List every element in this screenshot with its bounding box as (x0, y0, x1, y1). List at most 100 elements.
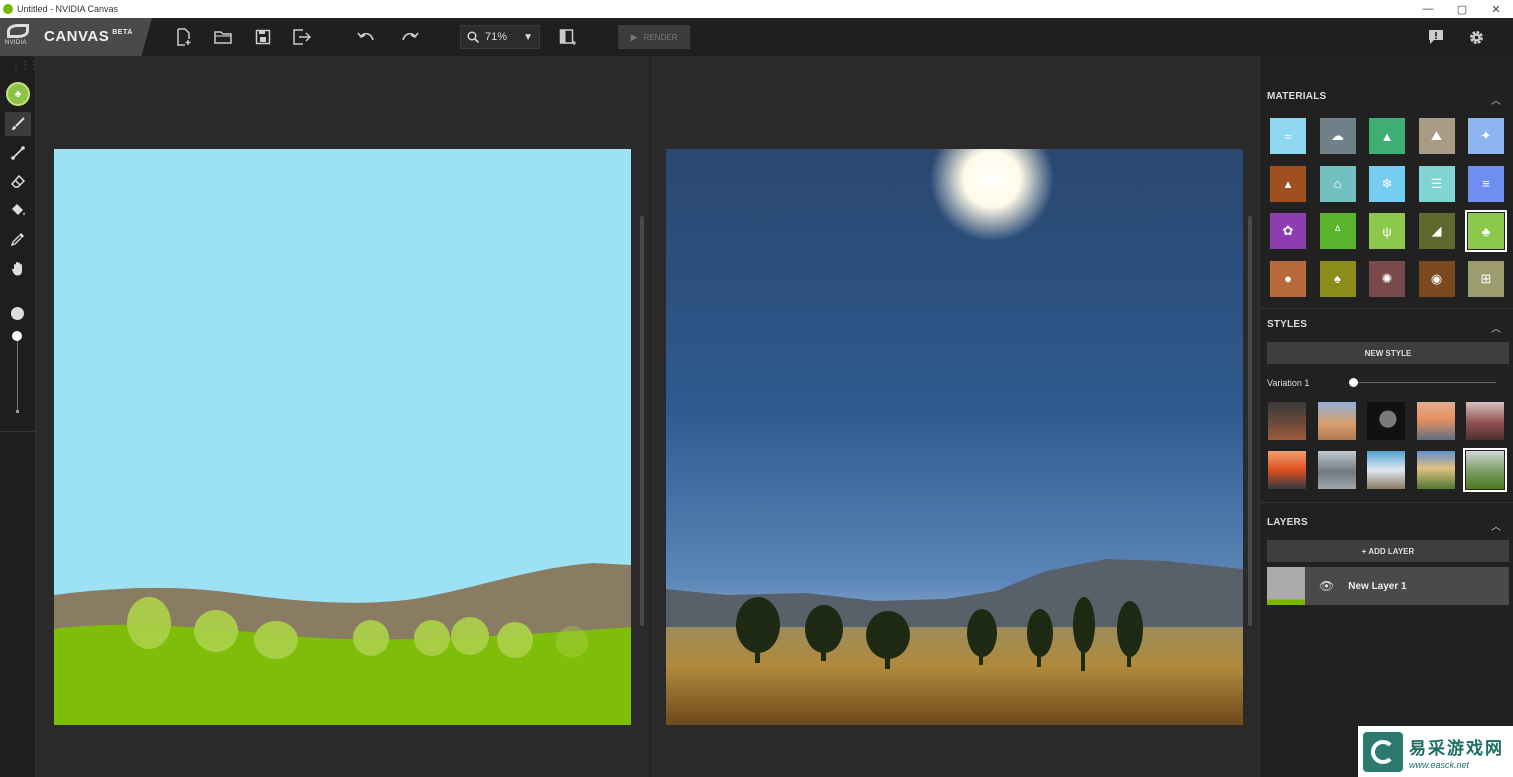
feedback-button[interactable] (1425, 26, 1447, 48)
material-house[interactable]: ⌂ (1319, 165, 1356, 202)
view-divider[interactable] (649, 56, 651, 777)
material-grass[interactable]: ᐞ (1319, 213, 1356, 249)
minimize-button[interactable]: — (1411, 3, 1445, 15)
style-thumbnail[interactable] (1466, 402, 1504, 440)
layer-item[interactable]: 👁 New Layer 1 (1267, 567, 1509, 605)
render-button[interactable]: ▶ RENDER (618, 25, 690, 49)
new-style-button[interactable]: NEW STYLE (1267, 342, 1509, 364)
material-fog[interactable]: ☰ (1418, 165, 1455, 202)
material-stone[interactable]: ◉ (1418, 260, 1455, 297)
style-thumbnail[interactable] (1367, 402, 1405, 440)
open-button[interactable] (212, 26, 234, 48)
zoom-value: 71% (485, 31, 508, 43)
material-cloud[interactable]: ☁ (1319, 118, 1356, 154)
flower-icon: ✿ (1282, 223, 1294, 238)
cloud-icon: ☁ (1331, 128, 1344, 143)
sky-icon: ✦ (1480, 128, 1492, 143)
segmentation-canvas[interactable] (54, 149, 631, 725)
material-water[interactable]: ≈ (1270, 118, 1306, 154)
pan-tool[interactable] (5, 256, 31, 280)
brush-size-handle[interactable] (12, 331, 22, 341)
material-sky[interactable]: ✦ (1468, 118, 1504, 154)
save-button[interactable] (252, 26, 274, 48)
redo-icon (402, 32, 419, 41)
material-tree[interactable]: ♠ (1319, 260, 1356, 297)
nvidia-eye-icon (7, 24, 29, 38)
undo-button[interactable] (355, 26, 377, 48)
beta-badge: BETA (112, 29, 133, 36)
rendered-tree-trunk (1081, 635, 1085, 671)
rendered-tree-trunk (979, 643, 983, 665)
painted-bush (127, 597, 171, 649)
material-flower[interactable]: ✿ (1270, 213, 1306, 249)
export-button[interactable] (291, 26, 313, 48)
save-icon (255, 29, 271, 45)
new-file-button[interactable] (173, 26, 195, 48)
side-panel: MATERIALS ︿ ≈ ☁ ▲ ⛰ ✦ ▴ ⌂ ❄ ☰ ≡ ✿ ᐞ ψ ◢ ♣ ● ♠ ✺ ◉ ⊞ STYLES … (1259, 56, 1513, 777)
material-rock[interactable]: ◢ (1418, 213, 1455, 249)
river-icon: ≡ (1482, 176, 1490, 191)
maximize-button[interactable]: ▢ (1445, 3, 1479, 16)
chevron-down-icon: ▼ (523, 31, 533, 43)
line-tool[interactable] (5, 141, 31, 165)
feedback-icon (1429, 30, 1443, 44)
left-scrollbar[interactable] (640, 216, 644, 626)
swap-view-button[interactable] (557, 26, 579, 48)
material-bush[interactable]: ♣ (1465, 210, 1507, 252)
material-dirt[interactable]: ▴ (1270, 165, 1306, 202)
brush-tool[interactable] (5, 112, 31, 136)
rendered-tree-trunk (755, 639, 760, 663)
layers-title: LAYERS (1267, 517, 1308, 528)
bush-icon: ♣ (14, 88, 22, 100)
brand-area: NVIDIA CANVAS BETA (0, 18, 152, 56)
eye-icon[interactable]: 👁 (1319, 579, 1334, 593)
add-layer-button[interactable]: + ADD LAYER (1267, 540, 1509, 562)
eraser-tool[interactable] (5, 170, 31, 194)
layers-collapse-icon[interactable]: ︿ (1491, 518, 1501, 533)
painted-bush (254, 621, 298, 659)
tool-divider (0, 431, 36, 432)
material-snow[interactable]: ❄ (1369, 165, 1405, 202)
house-icon: ⌂ (1333, 176, 1342, 191)
style-thumbnail[interactable] (1367, 451, 1405, 489)
style-thumbnail[interactable] (1268, 451, 1306, 489)
eyedropper-tool[interactable] (5, 227, 31, 251)
grass-icon: ᐞ (1333, 223, 1342, 238)
material-tall-grass[interactable]: ψ (1369, 213, 1405, 249)
material-wood[interactable]: ⊞ (1468, 260, 1504, 297)
paint-bucket-icon (11, 204, 25, 215)
main-toolbar: NVIDIA CANVAS BETA 71% ▼ ▶ RENDER (0, 18, 1513, 56)
brush-size-track[interactable] (17, 336, 18, 412)
fill-tool[interactable] (5, 198, 31, 222)
style-thumbnail[interactable] (1317, 402, 1356, 440)
layer-thumbnail (1267, 567, 1305, 605)
variation-slider-handle[interactable] (1348, 378, 1358, 387)
brush-icon (12, 117, 25, 130)
material-mountain[interactable]: ▲ (1369, 118, 1405, 154)
settings-button[interactable] (1465, 26, 1487, 48)
style-thumbnail[interactable] (1416, 402, 1455, 440)
active-material-swatch[interactable]: ♣ (6, 82, 30, 106)
redo-button[interactable] (399, 26, 421, 48)
tree-icon: ♠ (1334, 271, 1341, 286)
style-thumbnail[interactable] (1317, 451, 1356, 489)
variation-slider-track[interactable] (1350, 382, 1496, 383)
painted-bush (451, 617, 489, 655)
mountain-icon: ▲ (1380, 128, 1394, 144)
zoom-select[interactable]: 71% ▼ (460, 25, 540, 49)
hand-icon (11, 261, 22, 275)
close-button[interactable]: ✕ (1479, 3, 1513, 16)
material-river[interactable]: ≡ (1468, 165, 1504, 202)
styles-collapse-icon[interactable]: ︿ (1491, 320, 1501, 335)
style-thumbnail[interactable] (1463, 448, 1507, 492)
grip-icon[interactable]: ⋮⋮⋮ (11, 60, 39, 71)
material-gravel[interactable]: ✺ (1369, 260, 1405, 297)
right-scrollbar[interactable] (1248, 216, 1252, 626)
style-thumbnail[interactable] (1416, 451, 1455, 489)
materials-collapse-icon[interactable]: ︿ (1491, 92, 1501, 107)
style-thumbnail[interactable] (1268, 402, 1306, 440)
material-sand[interactable]: ● (1270, 260, 1306, 297)
bush-icon: ♣ (1481, 223, 1491, 239)
material-hill[interactable]: ⛰ (1418, 118, 1455, 154)
painted-bush (497, 622, 533, 658)
